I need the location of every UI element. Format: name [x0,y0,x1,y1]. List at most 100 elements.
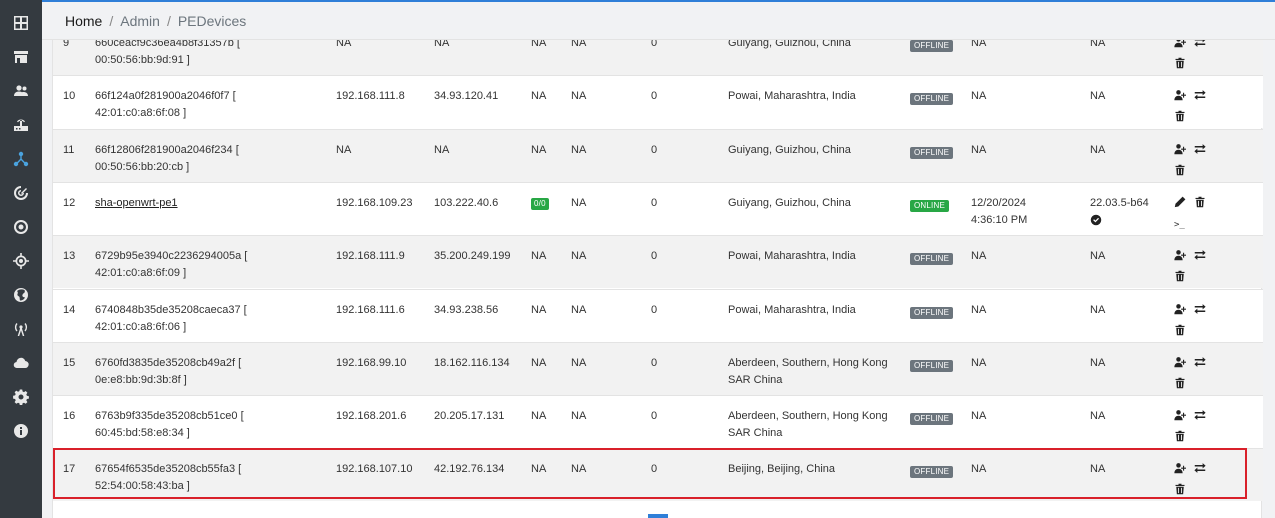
location: Beijing, Beijing, China [728,461,898,478]
device-link[interactable]: sha-openwrt-pe1 [95,197,178,209]
status-badge-label: OFFLINE [910,413,954,426]
transfer-icon[interactable] [1194,409,1206,421]
last-seen: NA [971,355,1081,372]
table-row: 14 6740848b35de35208caeca37 [42:01:c0:a8… [53,288,1263,342]
breadcrumb-separator: / [109,12,114,29]
trash-icon[interactable] [1174,110,1186,122]
tunnel-count: NA [531,143,547,156]
main-content: 9 660ceacf9c36ea4b8f31357b [00:50:56:bb:… [42,40,1275,518]
row-number: 16 [63,410,76,423]
tunnel-count: NA [531,90,547,103]
transfer-icon[interactable] [1194,356,1206,368]
status-badge-label: OFFLINE [910,253,954,266]
connection-count: 0 [651,40,658,49]
private-ip: 192.168.201.6 [336,410,407,423]
row-number: 9 [63,40,70,49]
last-seen-date: 12/20/2024 [971,196,1027,209]
row-actions-line-2 [1174,57,1244,74]
transfer-icon[interactable] [1194,89,1206,101]
add-user-icon[interactable] [1174,303,1186,315]
add-user-icon[interactable] [1174,249,1186,261]
device-id-text: 6729b95e3940c2236294005a [ [95,250,248,263]
sidebar-item-radar[interactable] [0,176,42,210]
public-ip: 34.93.238.56 [434,303,499,316]
location: Guiyang, Guizhou, China [728,142,898,159]
horizontal-scrollbar[interactable] [648,514,668,518]
public-ip: 103.222.40.6 [434,196,499,209]
trash-icon[interactable] [1174,270,1186,282]
trash-icon[interactable] [1174,483,1186,495]
device-id: 67654f6535de35208cb55fa3 [52:54:00:58:43… [95,461,325,495]
device-id-text: 67654f6535de35208cb55fa3 [ [95,463,242,476]
sidebar-item-target[interactable] [0,210,42,244]
sidebar-item-cloud[interactable] [0,346,42,380]
breadcrumb-home[interactable]: Home [65,13,102,29]
row-actions [1174,409,1244,447]
private-ip: NA [336,143,352,156]
breadcrumb: Home / Admin / PEDevices [42,2,1275,40]
status-badge-label: OFFLINE [910,93,954,106]
globe-icon [14,288,28,302]
table-row: 12 sha-openwrt-pe1 192.168.109.23 103.22… [53,181,1263,235]
transfer-icon[interactable] [1194,462,1206,474]
transfer-icon[interactable] [1194,143,1206,155]
private-ip: NA [336,40,352,49]
trash-icon[interactable] [1174,164,1186,176]
add-user-icon[interactable] [1174,89,1186,101]
sidebar-item-pedevices[interactable] [0,142,42,176]
column-value: NA [571,356,587,369]
tunnel-count: 0/0 [531,195,549,212]
location-text-2: SAR China [728,373,783,386]
sidebar-item-location[interactable] [0,244,42,278]
location-text-2: SAR China [728,427,783,440]
add-user-icon[interactable] [1174,143,1186,155]
sidebar-item-devices[interactable] [0,108,42,142]
terminal-button[interactable]: >_ [1174,217,1244,234]
device-id-text: 66f124a0f281900a2046f0f7 [ [95,90,236,103]
public-ip: 42.192.76.134 [434,463,505,476]
sidebar-item-store[interactable] [0,40,42,74]
trash-icon[interactable] [1174,324,1186,336]
sidebar-item-users[interactable] [0,74,42,108]
status-badge: OFFLINE [910,90,954,107]
connection-count: 0 [651,410,658,423]
breadcrumb-admin[interactable]: Admin [120,13,160,29]
add-user-icon[interactable] [1174,409,1186,421]
sidebar-item-info[interactable] [0,414,42,448]
add-user-icon[interactable] [1174,356,1186,368]
version-text: NA [1090,410,1106,423]
location-text: Aberdeen, Southern, Hong Kong [728,410,888,423]
sidebar-item-globe[interactable] [0,278,42,312]
device-id: 6729b95e3940c2236294005a [ 42:01:c0:a8:6f… [95,248,325,282]
trash-icon[interactable] [1174,57,1186,69]
sidebar-item-settings[interactable] [0,380,42,414]
transfer-icon[interactable] [1194,40,1206,48]
tunnel-count: NA [531,356,547,369]
tunnel-count: NA [531,250,547,263]
device-mac: 60:45:bd:58:e8:34 ] [95,427,190,440]
connection-count: 0 [651,303,658,316]
device-mac: 42:01:c0:a8:6f:09 ] [95,267,187,280]
status-badge-label: OFFLINE [910,146,954,159]
device-id: 660ceacf9c36ea4b8f31357b [00:50:56:bb:9d… [95,40,325,69]
sidebar-item-wireless[interactable] [0,312,42,346]
edit-icon[interactable] [1174,196,1186,208]
trash-icon[interactable] [1174,377,1186,389]
sidebar-item-dashboard[interactable] [0,6,42,40]
tunnel-count: NA [531,303,547,316]
connection-count: 0 [651,463,658,476]
add-user-icon[interactable] [1174,40,1186,48]
transfer-icon[interactable] [1194,303,1206,315]
version-text: NA [1090,356,1106,369]
row-number: 14 [63,303,76,316]
users-icon [14,85,28,96]
private-ip: 192.168.111.8 [336,90,405,103]
device-id: sha-openwrt-pe1 [95,195,325,212]
add-user-icon[interactable] [1174,462,1186,474]
breadcrumb-separator: / [166,12,171,29]
column-value: NA [571,40,587,49]
trash-icon[interactable] [1174,430,1186,442]
transfer-icon[interactable] [1194,249,1206,261]
private-ip: 192.168.107.10 [336,463,413,476]
trash-icon[interactable] [1194,196,1206,208]
